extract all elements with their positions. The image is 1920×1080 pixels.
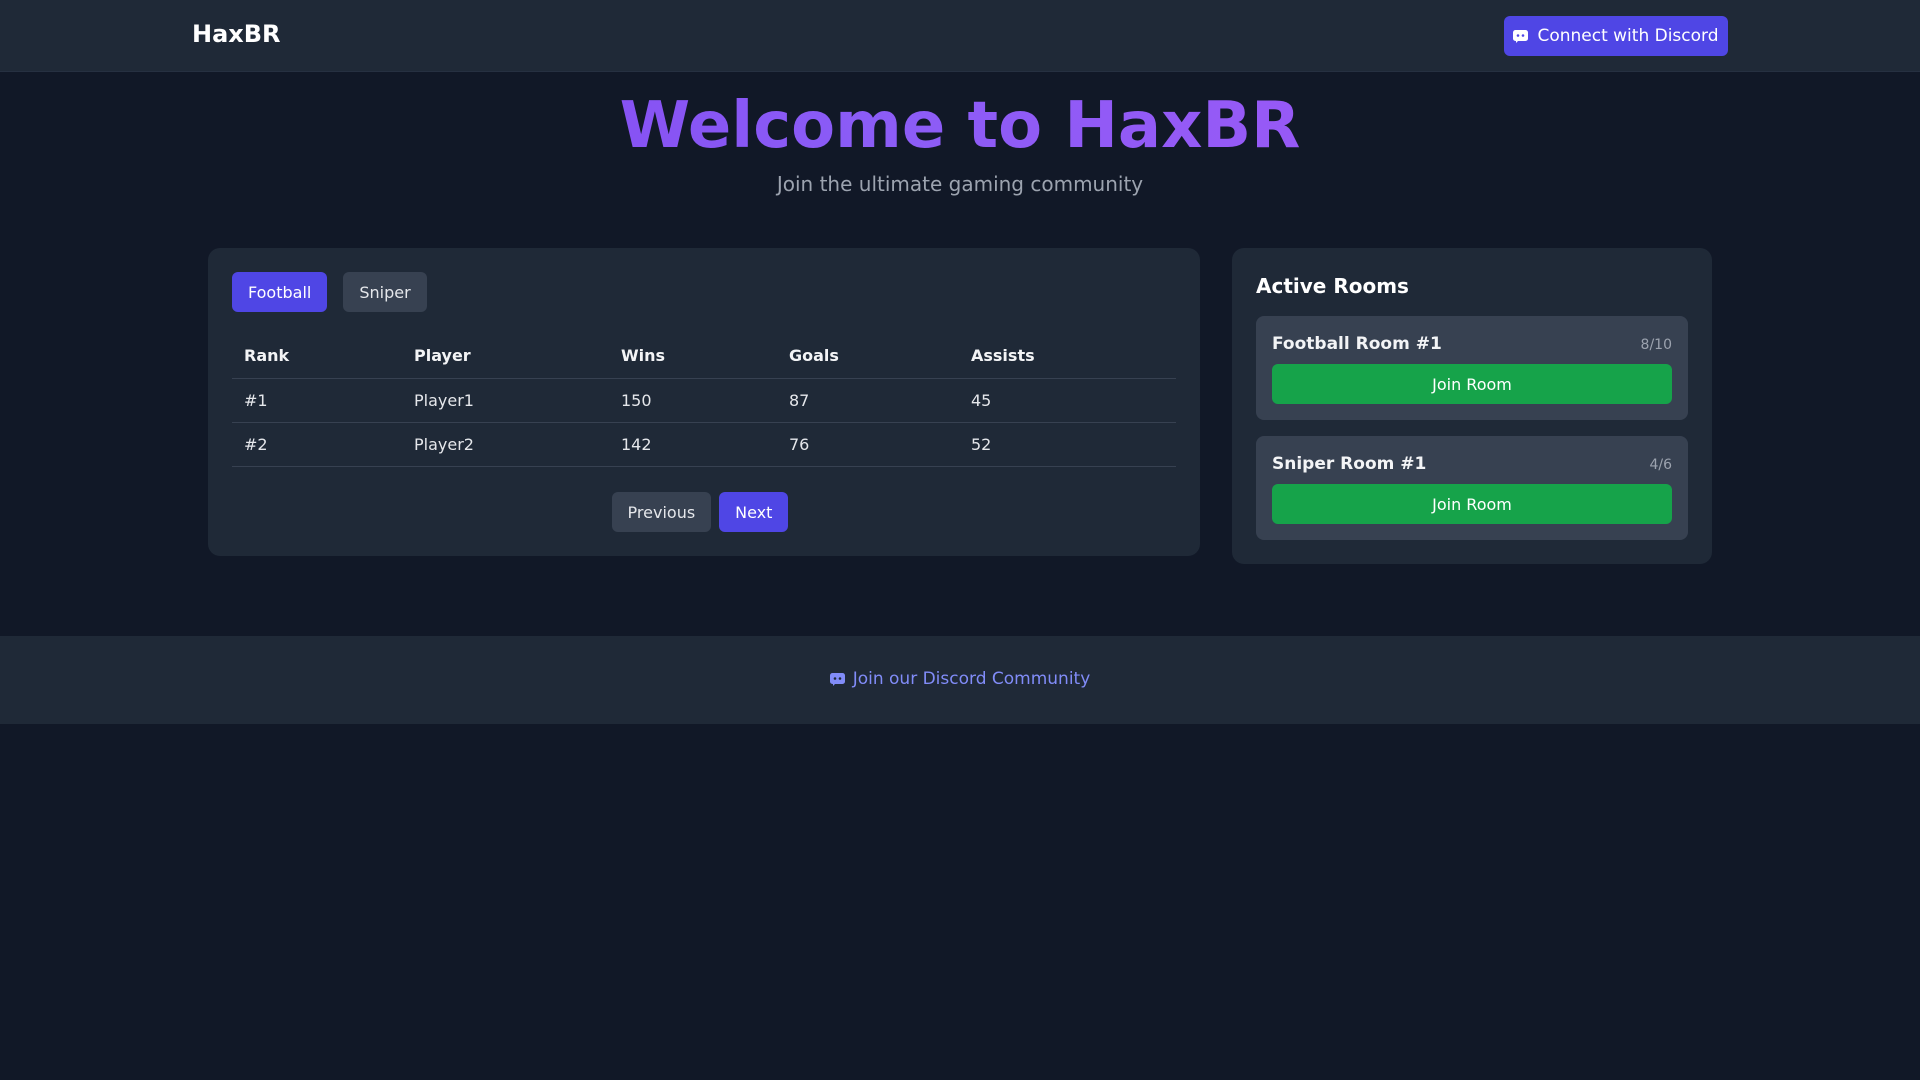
cell-rank: #1 xyxy=(232,378,402,423)
room-player-count: 4/6 xyxy=(1649,457,1672,473)
table-row: #1 Player1 150 87 45 xyxy=(232,378,1176,423)
connect-discord-button[interactable]: Connect with Discord xyxy=(1504,16,1728,56)
connect-discord-label: Connect with Discord xyxy=(1537,26,1719,46)
leaderboard-card: Football Sniper Rank Player Wins Goals A… xyxy=(208,248,1200,556)
room-item-football: Football Room #1 8/10 Join Room xyxy=(1256,316,1688,420)
hero-subtitle: Join the ultimate gaming community xyxy=(776,172,1144,196)
navbar: HaxBR Connect with Discord xyxy=(0,0,1920,72)
discord-icon xyxy=(829,672,845,686)
cell-goals: 76 xyxy=(777,422,959,467)
tab-football[interactable]: Football xyxy=(232,272,328,312)
column-header-wins: Wins xyxy=(609,334,777,379)
active-rooms-title: Active Rooms xyxy=(1256,274,1409,298)
cell-player: Player2 xyxy=(402,422,609,467)
room-player-count: 8/10 xyxy=(1640,337,1672,353)
active-rooms-card: Active Rooms Football Room #1 8/10 Join … xyxy=(1232,248,1712,564)
column-header-rank: Rank xyxy=(232,334,402,379)
cell-goals: 87 xyxy=(777,378,959,423)
brand-logo[interactable]: HaxBR xyxy=(192,20,281,48)
column-header-assists: Assists xyxy=(959,334,1176,379)
table-header-row: Rank Player Wins Goals Assists xyxy=(232,334,1176,379)
cell-wins: 142 xyxy=(609,422,777,467)
tab-sniper[interactable]: Sniper xyxy=(343,272,427,312)
room-name: Football Room #1 xyxy=(1272,334,1442,354)
previous-button[interactable]: Previous xyxy=(611,492,712,532)
cell-rank: #2 xyxy=(232,422,402,467)
cell-assists: 52 xyxy=(959,422,1176,467)
game-tabs: Football Sniper xyxy=(232,272,427,312)
room-item-sniper: Sniper Room #1 4/6 Join Room xyxy=(1256,436,1688,540)
cell-wins: 150 xyxy=(609,378,777,423)
room-name: Sniper Room #1 xyxy=(1272,454,1427,474)
hero-title: Welcome to HaxBR xyxy=(0,88,1920,164)
join-room-button[interactable]: Join Room xyxy=(1272,484,1672,524)
discord-community-label: Join our Discord Community xyxy=(852,669,1091,689)
cell-assists: 45 xyxy=(959,378,1176,423)
leaderboard-table: Rank Player Wins Goals Assists #1 Player… xyxy=(232,334,1176,467)
cell-player: Player1 xyxy=(402,378,609,423)
column-header-player: Player xyxy=(402,334,609,379)
footer: Join our Discord Community xyxy=(0,636,1920,724)
discord-icon xyxy=(1513,29,1529,43)
join-room-button[interactable]: Join Room xyxy=(1272,364,1672,404)
discord-community-link[interactable]: Join our Discord Community xyxy=(0,669,1920,689)
next-button[interactable]: Next xyxy=(719,492,789,532)
column-header-goals: Goals xyxy=(777,334,959,379)
pagination: Previous Next xyxy=(208,492,1200,532)
table-row: #2 Player2 142 76 52 xyxy=(232,422,1176,467)
